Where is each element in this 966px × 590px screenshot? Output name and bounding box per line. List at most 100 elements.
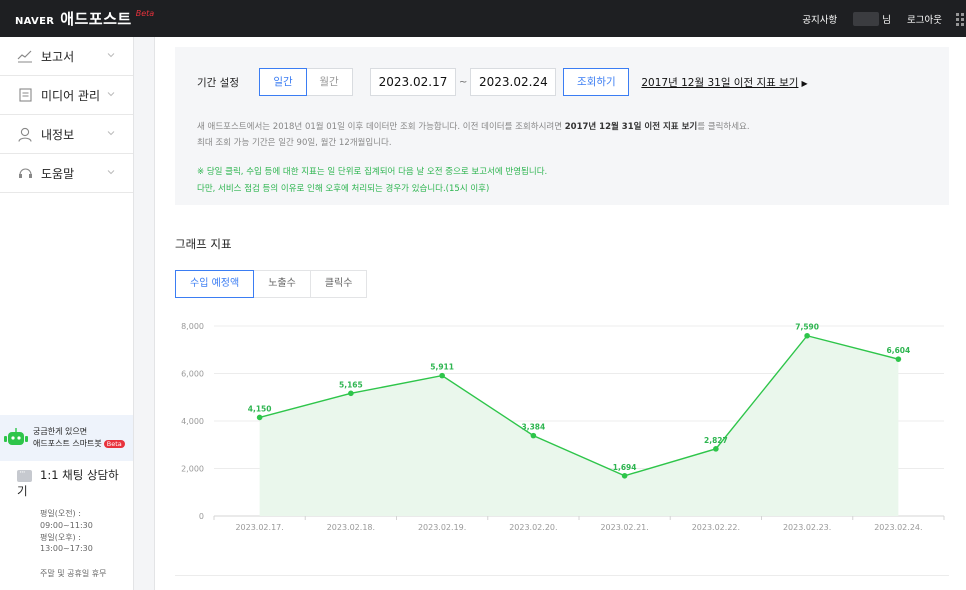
hours-line: 평일(오후) :: [40, 532, 81, 542]
data-label: 1,694: [613, 463, 637, 472]
line-chart: 0 2,000 4,000 6,000 8,000 2023.02.17. 2023.02.…: [181, 322, 945, 532]
period-toggle: 일간 월간: [258, 68, 353, 96]
data-label: 7,590: [795, 323, 819, 332]
series-area: [259, 335, 899, 516]
data-label: 5,911: [430, 363, 454, 372]
metric-tabs: 수입 예정액 노출수 클릭수: [175, 270, 368, 298]
caret-right-icon: ▶: [801, 78, 808, 88]
document-icon: [17, 87, 33, 103]
header-right: 공지사항 님 로그아웃: [802, 0, 966, 37]
sidebar-item-media[interactable]: 미디어 관리: [0, 76, 133, 115]
tab-revenue[interactable]: 수입 예정액: [175, 270, 255, 298]
info-text: 최대 조회 가능 기간은 일간 90일, 월간 12개월입니다.: [197, 138, 392, 148]
chart-line-icon: [17, 48, 33, 64]
sidebar-item-label: 도움말: [41, 166, 75, 181]
section-divider: [175, 575, 949, 576]
x-tick-label: 2023.02.23.: [783, 523, 831, 532]
beta-mark: Beta: [135, 9, 155, 18]
x-tick-label: 2023.02.22.: [692, 523, 740, 532]
notice-link[interactable]: 공지사항: [802, 12, 837, 26]
chat-consult[interactable]: 1:1 채팅 상담하 기 평일(오전) : 09:00~11:30 평일(오후)…: [0, 465, 133, 579]
data-point: [895, 356, 902, 362]
hours-line: 13:00~17:30: [40, 544, 93, 554]
chat-title-line1: 1:1 채팅 상담하: [40, 468, 119, 482]
main-content: 기간 설정 일간 월간 2023.02.17 ~ 2023.02.24 조회하기…: [156, 37, 966, 590]
robot-icon: [4, 428, 28, 445]
data-label: 3,384: [522, 423, 546, 432]
old-report-link[interactable]: 2017년 12월 31일 이전 지표 보기 ▶: [641, 75, 807, 90]
data-point: [713, 446, 719, 452]
hours-line: 09:00~11:30: [40, 520, 93, 530]
chat-bubble-icon: [17, 465, 32, 482]
chevron-down-icon: [107, 53, 115, 58]
date-separator: ~: [458, 76, 468, 88]
y-tick-label: 0: [199, 512, 204, 521]
x-tick-label: 2023.02.18.: [327, 523, 375, 532]
y-tick-label: 4,000: [181, 417, 204, 426]
hours-line: 평일(오전) :: [40, 509, 81, 518]
data-label: 6,604: [887, 346, 911, 355]
apps-grid-icon[interactable]: [956, 12, 966, 26]
tab-clicks[interactable]: 클릭수: [310, 270, 368, 298]
smartbot-banner[interactable]: 궁금한게 있으면 애드포스트 스마트봇 Beta: [0, 415, 133, 461]
holiday-note: 주말 및 공휴일 휴무: [40, 569, 107, 579]
brand-name: 애드포스트: [60, 10, 132, 28]
search-button[interactable]: 조회하기: [563, 68, 630, 96]
data-point: [804, 332, 810, 339]
data-point: [256, 414, 263, 421]
chevron-down-icon: [107, 92, 115, 97]
beta-badge: Beta: [103, 440, 125, 448]
user-suffix: 님: [882, 14, 892, 26]
chevron-down-icon: [107, 131, 115, 136]
logo[interactable]: NAVER 애드포스트 Beta: [15, 8, 154, 29]
x-tick-label: 2023.02.21.: [600, 523, 648, 532]
period-label: 기간 설정: [197, 76, 239, 89]
username-masked: [853, 11, 880, 26]
option-monthly[interactable]: 월간: [306, 69, 352, 95]
x-tick-label: 2023.02.19.: [418, 523, 466, 532]
end-date-input[interactable]: 2023.02.24: [470, 68, 557, 96]
filter-row: 기간 설정 일간 월간 2023.02.17 ~ 2023.02.24 조회하기…: [197, 68, 808, 96]
sidebar: 보고서 미디어 관리 내정보 도움말 궁금한게 있으면 애드포스트 스마트봇 B…: [0, 37, 133, 590]
data-point: [348, 390, 354, 397]
data-point: [621, 472, 628, 479]
data-label: 5,165: [339, 380, 363, 389]
info-text: 새 애드포스트에서는 2018년 01월 01일 이후 데이터만 조회 가능합니…: [197, 122, 565, 132]
top-header: NAVER 애드포스트 Beta 공지사항 님 로그아웃: [0, 0, 966, 37]
data-point: [439, 372, 445, 379]
y-tick-label: 8,000: [181, 322, 204, 331]
y-tick-label: 6,000: [181, 370, 204, 379]
sidebar-item-label: 미디어 관리: [41, 88, 101, 103]
revenue-chart: 0 2,000 4,000 6,000 8,000 2023.02.17. 2023.02.…: [156, 312, 966, 552]
old-report-link-label: 2017년 12월 31일 이전 지표 보기: [641, 76, 799, 89]
sidebar-item-label: 내정보: [41, 127, 75, 142]
warning-text: ※ 당일 클릭, 수입 등에 대한 지표는 일 단위로 집계되어 다음 날 오전…: [197, 167, 548, 177]
chevron-down-icon: [107, 170, 115, 175]
data-point: [530, 432, 537, 439]
x-tick-label: 2023.02.20.: [509, 523, 557, 532]
data-label: 2,827: [704, 436, 728, 445]
info-warning: ※ 당일 클릭, 수입 등에 대한 지표는 일 단위로 집계되어 다음 날 오전…: [197, 164, 547, 198]
person-icon: [17, 126, 33, 142]
info-text-bold: 2017년 12월 31일 이전 지표 보기: [564, 122, 698, 132]
data-label: 4,150: [248, 404, 272, 413]
option-daily[interactable]: 일간: [258, 68, 307, 96]
logout-link[interactable]: 로그아웃: [907, 12, 942, 26]
x-tick-label: 2023.02.17.: [235, 523, 283, 532]
y-tick-label: 2,000: [181, 465, 204, 474]
sidebar-item-label: 보고서: [41, 49, 75, 64]
smartbot-line1: 궁금한게 있으면: [33, 427, 88, 436]
sidebar-item-help[interactable]: 도움말: [0, 154, 133, 193]
sidebar-item-report[interactable]: 보고서: [0, 37, 133, 76]
chat-title-line2: 기: [17, 484, 28, 498]
graph-title: 그래프 지표: [175, 237, 232, 251]
tab-impressions[interactable]: 노출수: [254, 270, 311, 298]
sidebar-item-myinfo[interactable]: 내정보: [0, 115, 133, 154]
warning-text: 다만, 서비스 점검 등의 이유로 인해 오후에 처리되는 경우가 있습니다.(…: [197, 184, 490, 194]
start-date-input[interactable]: 2023.02.17: [369, 68, 456, 96]
info-notice: 새 애드포스트에서는 2018년 01월 01일 이후 데이터만 조회 가능합니…: [197, 119, 750, 151]
sidebar-divider: [133, 37, 155, 590]
filter-panel: 기간 설정 일간 월간 2023.02.17 ~ 2023.02.24 조회하기…: [175, 47, 949, 205]
chat-hours: 평일(오전) : 09:00~11:30 평일(오후) : 13:00~17:3…: [0, 508, 133, 555]
naver-logo-text: NAVER: [15, 16, 55, 27]
